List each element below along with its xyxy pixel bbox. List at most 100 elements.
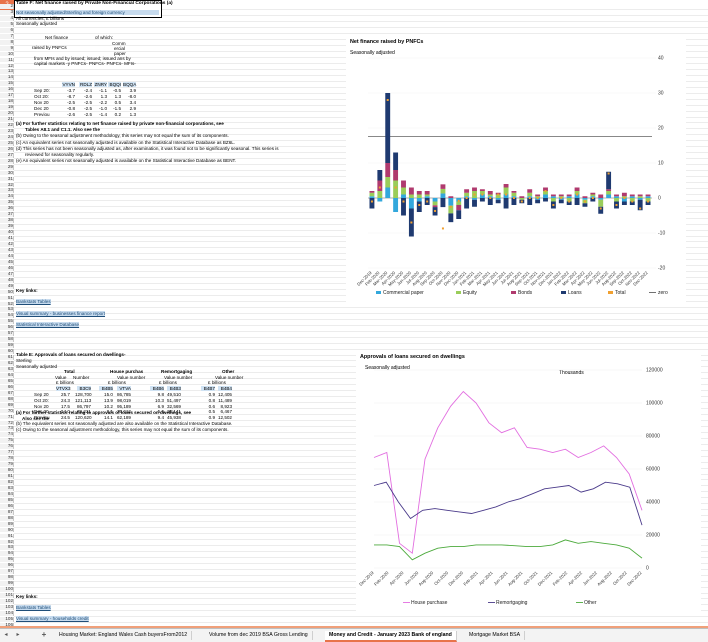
table-f-note-a2: Tables A8.1 and C1.1. Also see the	[25, 127, 100, 132]
row-number[interactable]: 26	[0, 146, 14, 152]
row-number[interactable]: 9	[0, 45, 14, 51]
chart1-bar-loans	[558, 199, 564, 204]
chart1-total-marker	[583, 200, 586, 203]
row-number[interactable]: 90	[0, 527, 14, 533]
sheet-tab[interactable]: Housing Market: England Wales Cash buyer…	[55, 631, 193, 640]
row-number[interactable]: 29	[0, 164, 14, 170]
row-number[interactable]: 31	[0, 176, 14, 182]
row-number[interactable]: 48	[0, 277, 14, 283]
link-households-credit[interactable]: Visual summary - households credit	[16, 616, 89, 621]
chart1-bar-bonds	[432, 205, 438, 208]
table-e-hdr-number: Number	[73, 375, 90, 380]
chart1-total-marker	[489, 197, 492, 199]
row-number[interactable]: 30	[0, 170, 14, 176]
chart1-bar-cp	[472, 198, 477, 200]
row-number[interactable]: 71	[0, 414, 14, 420]
row-number[interactable]: 7	[0, 33, 14, 39]
link-business-finance[interactable]: Visual summary - businesses finance repo…	[16, 311, 106, 316]
row-number[interactable]: 85	[0, 497, 14, 503]
row-number[interactable]: 11	[0, 57, 14, 63]
table-f-subtitle-link[interactable]: Not seasonally adjusted/Sterling and for…	[16, 10, 159, 15]
table-e-title: Table E: Approvals of loans secured on d…	[16, 352, 126, 357]
chart-loan-approvals[interactable]: Approvals of loans secured on dwellings …	[356, 352, 701, 612]
table-f-hdr-line9: capital markets -y PNFCs- PNFCs- PNFCs- …	[34, 61, 136, 66]
link-interactive-db[interactable]: Statistical Interactive Database	[16, 322, 80, 327]
row-number[interactable]: 28	[0, 158, 14, 164]
add-sheet-icon[interactable]: +	[40, 630, 48, 640]
table-f-row-label: Previou	[34, 111, 50, 117]
row-gridline	[14, 616, 708, 618]
row-number[interactable]: 46	[0, 265, 14, 271]
table-e-cell: 51,497	[166, 397, 181, 403]
sheet-tab[interactable]: Volume from dec 2019 BSA Gross Lending	[205, 631, 313, 640]
row-number[interactable]: 27	[0, 152, 14, 158]
table-e-cell: 14.1	[104, 415, 113, 421]
row-number[interactable]: 91	[0, 533, 14, 539]
table-e-cell: 11,489	[218, 397, 232, 403]
chart1-bar-cp	[416, 198, 422, 202]
table-e-cell: 0.9	[208, 415, 215, 421]
row-number[interactable]: 5	[0, 21, 14, 27]
row-number[interactable]: 67	[0, 390, 14, 396]
chart1-bar-bonds	[487, 191, 493, 195]
chart1-bar-bonds	[550, 194, 556, 197]
row-number[interactable]: 68	[0, 396, 14, 402]
chart1-bar-cp	[377, 198, 383, 202]
table-f-cell: -1.5	[113, 105, 121, 111]
sheet-tab[interactable]: Mortgage Market BSA	[465, 631, 526, 640]
tab-scroll-right-icon[interactable]: ▸	[14, 630, 22, 640]
table-e-code: VTVX3	[56, 386, 71, 391]
row-number[interactable]: 89	[0, 521, 14, 527]
chart1-total-marker	[576, 193, 579, 196]
row-number[interactable]: 70	[0, 408, 14, 414]
row-number[interactable]: 25	[0, 140, 14, 146]
table-f-cell: -1.0	[99, 105, 107, 111]
table-e-code: B4B4	[218, 386, 232, 391]
link-bankstats[interactable]: Bankstats Tables	[16, 299, 51, 304]
spreadsheet-grid[interactable]: 2 23456789101112131415161718192021222324…	[0, 0, 708, 628]
table-e-note-c: (c) Owing to the seasonal adjustment met…	[16, 427, 229, 432]
table-e-cell: 0.9	[208, 392, 215, 397]
row-number[interactable]: 51	[0, 295, 14, 301]
chart1-total-marker	[631, 200, 634, 203]
table-e-code: B4B7	[201, 386, 215, 391]
chart1-total-marker	[639, 207, 642, 210]
row-number[interactable]: 86	[0, 503, 14, 509]
row-number[interactable]: 45	[0, 259, 14, 265]
row-number[interactable]: 10	[0, 51, 14, 57]
chart1-bar-loans	[385, 93, 391, 163]
row-number[interactable]: 47	[0, 271, 14, 277]
chart1-bar-equity	[464, 192, 470, 197]
row-gridline	[14, 622, 708, 624]
tab-scroll-left-icon[interactable]: ◂	[2, 630, 10, 640]
row-number[interactable]: 69	[0, 402, 14, 408]
chart1-bar-equity	[598, 199, 604, 207]
row-number[interactable]: 8	[0, 39, 14, 45]
chart1-bar-equity	[550, 198, 556, 202]
chart1-bar-cp	[432, 198, 438, 202]
table-f-cell: -2.5	[67, 99, 75, 105]
chart2-xtick: Aug-2022	[596, 570, 613, 587]
row-number[interactable]: 105	[0, 616, 14, 622]
row-number[interactable]: 65	[0, 378, 14, 384]
chart1-bar-cp	[598, 198, 604, 200]
chart1-bar-loans	[621, 201, 627, 205]
link-bankstats-2[interactable]: Bankstats Tables	[16, 605, 51, 610]
row-number[interactable]: 66	[0, 384, 14, 390]
row-number[interactable]: 6	[0, 27, 14, 33]
table-e-code: VTVA	[117, 386, 131, 391]
row-gridline	[14, 312, 708, 314]
table-f-note-e: (e) An equivalent series not seasonally …	[16, 158, 237, 163]
chart-net-finance[interactable]: Net finance raised by PNFCs Seasonally a…	[346, 36, 686, 304]
table-f-cell: -2.4	[84, 88, 92, 93]
table-e-code: B4B6	[150, 386, 164, 391]
row-number[interactable]: 50	[0, 289, 14, 295]
row-number[interactable]: 87	[0, 509, 14, 515]
table-f-cell: -2.5	[84, 105, 92, 111]
chart1-bar-bonds	[479, 189, 485, 191]
row-number[interactable]: 49	[0, 283, 14, 289]
sheet-tab[interactable]: Money and Credit - January 2023 Bank of …	[325, 631, 457, 642]
row-number[interactable]: 88	[0, 515, 14, 521]
chart1-total-marker	[623, 197, 626, 199]
chart1-bar-cp	[408, 198, 414, 209]
